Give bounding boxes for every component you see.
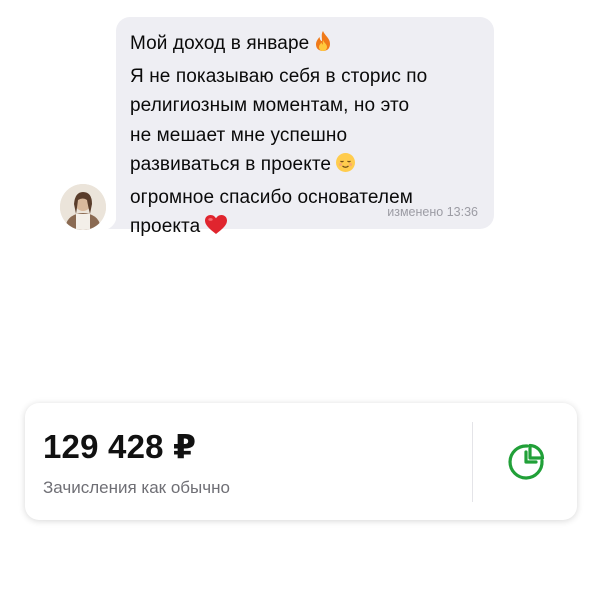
sender-avatar[interactable] — [60, 184, 106, 230]
card-divider — [472, 422, 473, 502]
edited-label: изменено — [387, 205, 444, 219]
red-heart-emoji — [204, 214, 228, 245]
message-line: Мой доход в январе — [130, 29, 480, 62]
screenshot-collage: Мой доход в январе Я не показываю себя в… — [0, 0, 602, 600]
pie-chart-icon — [508, 443, 545, 480]
message-time: 13:36 — [446, 205, 478, 219]
relieved-face-emoji — [335, 152, 356, 183]
avatar-photo — [60, 184, 106, 230]
message-bubble[interactable]: Мой доход в январе Я не показываю себя в… — [116, 17, 494, 237]
message-line: не мешает мне успешно — [130, 124, 348, 146]
analytics-button[interactable] — [503, 439, 549, 485]
fire-emoji — [313, 30, 333, 62]
balance-caption: Зачисления как обычно — [43, 478, 230, 497]
balance-card[interactable]: 129 428 ₽ Зачисления как обычно — [25, 403, 577, 520]
message-line: развиваться в проекте — [130, 150, 480, 183]
message-meta: изменено 13:36 — [387, 205, 478, 219]
message-line: религиозным моментам, но это — [130, 95, 410, 116]
message-line: Я не показываю себя в сторис по — [130, 65, 428, 87]
balance-amount: 129 428 ₽ — [43, 428, 197, 465]
